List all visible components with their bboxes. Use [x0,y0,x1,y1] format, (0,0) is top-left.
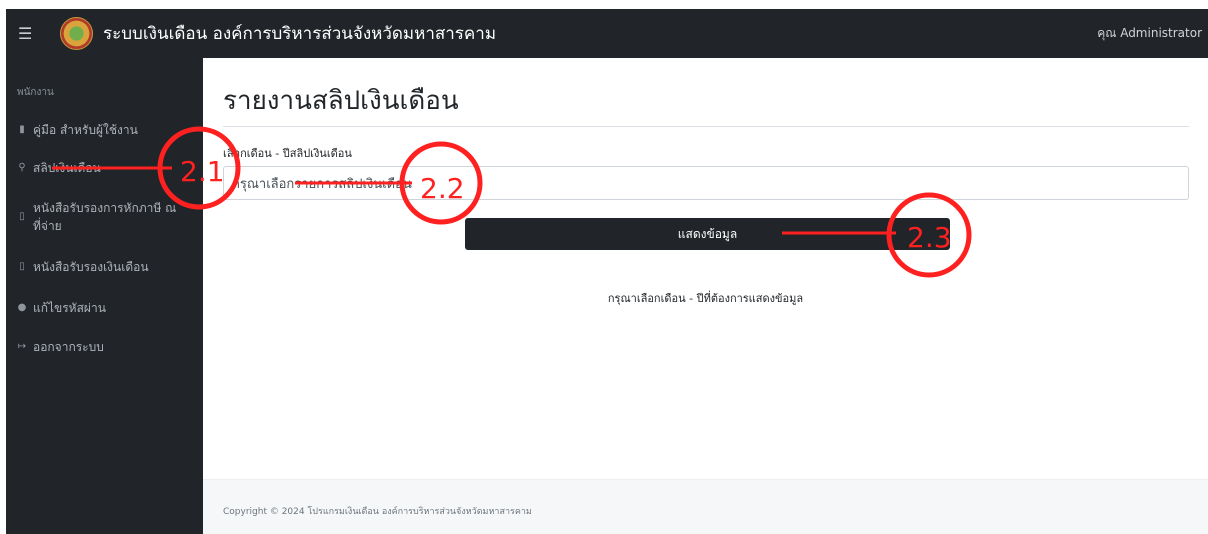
user-key-icon: ● [17,302,27,313]
sidebar-item-label: หนังสือรับรองการหักภาษี ณ ที่จ่าย [33,201,177,233]
sidebar-item-salary-slip[interactable]: ⚲ สลิปเงินเดือน [17,159,197,177]
divider [223,126,1189,127]
footer: Copyright © 2024 โปรแกรมเงินเดือน องค์กา… [203,479,1208,534]
hint-text: กรุณาเลือกเดือน - ปีที่ต้องการแสดงข้อมูล [607,292,804,305]
sidebar-item-manual[interactable]: ▮ คู่มือ สำหรับผู้ใช้งาน [17,121,197,139]
document-icon: ▮ [19,124,25,135]
sidebar-item-label: สลิปเงินเดือน [33,161,101,175]
search-icon: ⚲ [18,162,26,173]
sidebar-item-label: ออกจากระบบ [33,340,104,354]
sidebar-item-change-password[interactable]: ● แก้ไขรหัสผ่าน [17,299,197,317]
sidebar-item-label: หนังสือรับรองเงินเดือน [33,260,149,274]
month-year-label: เลือกเดือน - ปีสลิปเงินเดือน [223,147,352,160]
file-icon: ▯ [19,261,25,272]
select-value: กรุณาเลือกรายการสลิปเงินเดือน [232,176,412,192]
sidebar: พนักงาน ▮ คู่มือ สำหรับผู้ใช้งาน ⚲ สลิปเ… [6,58,203,534]
copyright-text: Copyright © 2024 โปรแกรมเงินเดือน องค์กา… [223,507,532,517]
sidebar-item-tax-certificate[interactable]: ▯ หนังสือรับรองการหักภาษี ณ ที่จ่าย [17,199,197,235]
top-navbar: ☰ ระบบเงินเดือน องค์การบริหารส่วนจังหวัด… [6,9,1208,58]
emblem-logo[interactable] [60,17,93,50]
salary-slip-select[interactable]: กรุณาเลือกรายการสลิปเงินเดือน [223,166,1189,200]
main-content: รายงานสลิปเงินเดือน เลือกเดือน - ปีสลิปเ… [203,58,1208,479]
hamburger-icon[interactable]: ☰ [18,25,36,42]
show-data-button[interactable]: แสดงข้อมูล [465,218,950,250]
sidebar-heading: พนักงาน [17,87,54,98]
user-menu[interactable]: คุณ Administrator [1097,24,1202,43]
sidebar-item-logout[interactable]: ↦ ออกจากระบบ [17,338,197,356]
sidebar-item-label: แก้ไขรหัสผ่าน [33,301,106,315]
sidebar-item-label: คู่มือ สำหรับผู้ใช้งาน [33,123,138,137]
page-title: รายงานสลิปเงินเดือน [223,86,459,116]
file-icon: ▯ [19,211,25,222]
app-title[interactable]: ระบบเงินเดือน องค์การบริหารส่วนจังหวัดมห… [103,20,496,47]
sign-out-icon: ↦ [17,341,27,352]
sidebar-item-salary-certificate[interactable]: ▯ หนังสือรับรองเงินเดือน [17,258,197,276]
